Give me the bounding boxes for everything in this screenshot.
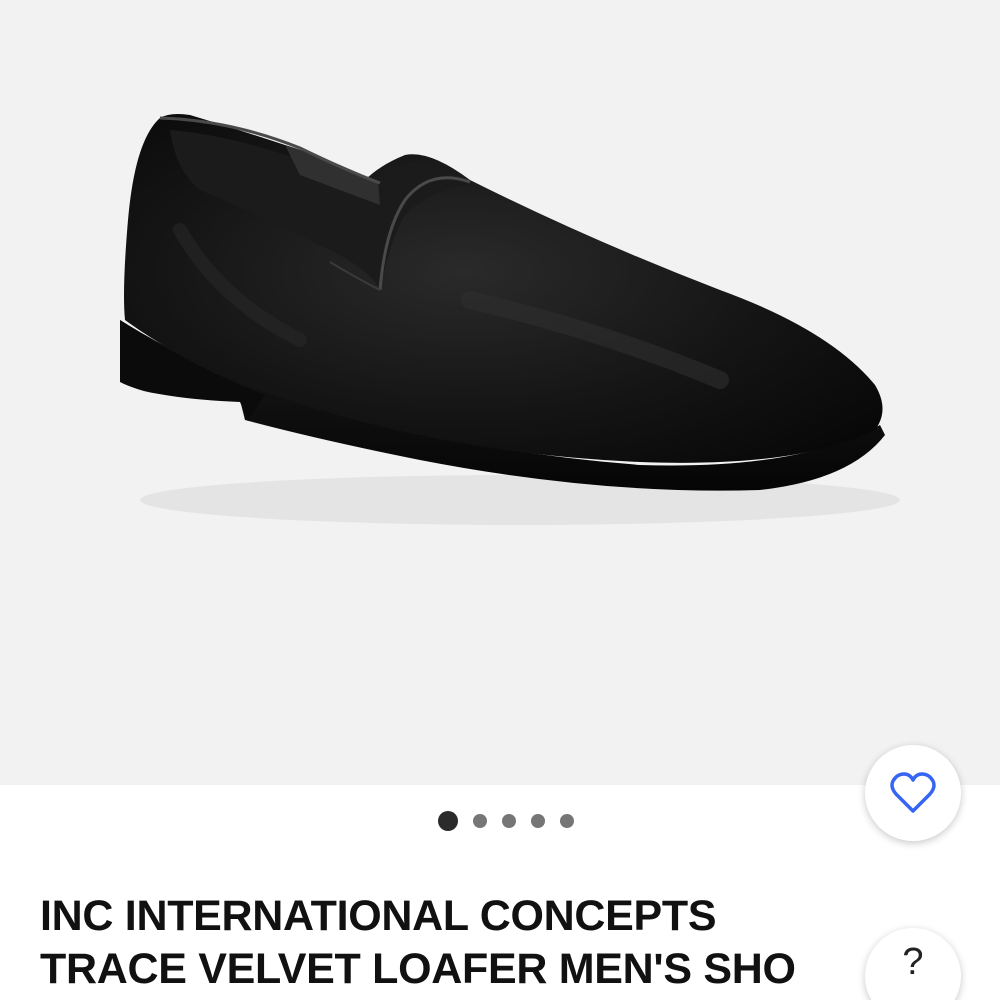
add-to-watchlist-button[interactable] [865,745,961,841]
product-title: INC INTERNATIONAL CONCEPTS TRACE VELVET … [40,890,870,1000]
carousel-dot-5[interactable] [560,814,574,828]
carousel-dot-4[interactable] [531,814,545,828]
image-carousel-indicator[interactable] [0,810,1000,832]
product-title-line-1: INC INTERNATIONAL CONCEPTS [40,892,717,940]
carousel-dot-2[interactable] [473,814,487,828]
help-button-label: ? [902,940,924,983]
product-image-gallery[interactable] [0,0,1000,785]
heart-outline-icon [890,772,936,813]
product-image [120,114,900,525]
help-button[interactable]: ? [865,928,961,1000]
carousel-dot-1[interactable] [438,811,458,831]
carousel-dot-3[interactable] [502,814,516,828]
product-title-line-2: TRACE VELVET LOAFER MEN'S SHO [40,945,796,993]
